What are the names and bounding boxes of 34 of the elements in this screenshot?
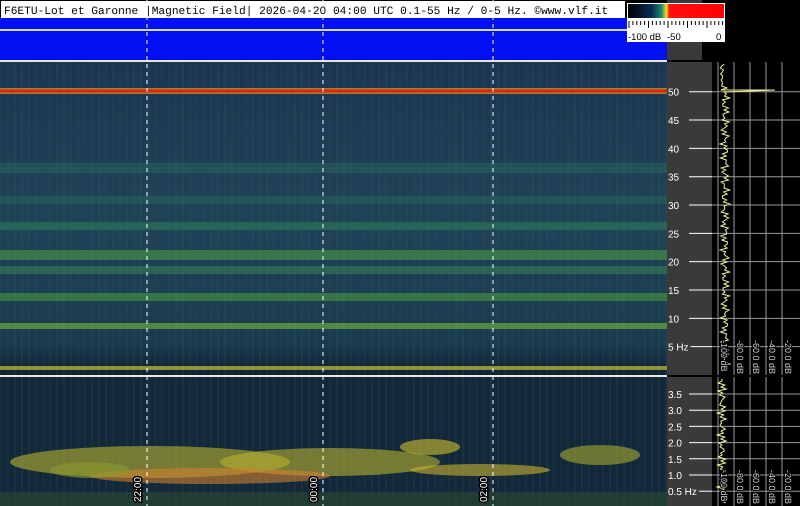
frequency-label: 5 Hz [668, 342, 689, 354]
db-label: -60.0 dB [751, 470, 761, 504]
frequency-label: 40 [668, 144, 680, 156]
chart-title: F6ETU-Lot et Garonne |Magnetic Field| 2026-04-20 04:00 UTC 0.1-55 Hz / 0-5 Hz. ©www.vlf.it [4, 6, 608, 18]
db-label: -20.0 dB [783, 340, 793, 374]
frequency-label: 1.0 [668, 471, 682, 482]
time-label: 02:00 [479, 476, 490, 502]
frequency-label: 35 [668, 172, 680, 184]
frequency-label: 2.5 [668, 422, 682, 434]
frequency-label: 3.0 [668, 406, 682, 418]
frequency-label: 3.5 [668, 390, 682, 401]
db-label: -40.0 dB [767, 340, 777, 374]
scale-label: 0 [716, 32, 722, 43]
db-label: -80.0 dB [735, 470, 745, 504]
db-label: -80.0 dB [735, 340, 745, 374]
frequency-label: 2.0 [668, 438, 682, 450]
scale-label: -50 [667, 32, 681, 43]
db-label: -40.0 dB [767, 470, 777, 504]
db-label: -100 dB [719, 470, 729, 502]
time-label: 22:00 [133, 476, 144, 502]
frequency-label: 30 [668, 201, 680, 212]
db-label: -60.0 dB [751, 340, 761, 374]
time-label: 00:00 [309, 476, 320, 502]
frequency-label: 10 [668, 314, 680, 326]
frequency-label: 45 [668, 116, 680, 128]
frequency-label: 20 [668, 258, 680, 269]
scale-label: -100 dB [628, 32, 662, 43]
frequency-label: 50 [668, 88, 680, 99]
frequency-label: 0.5 Hz [668, 487, 697, 498]
frequency-label: 1.5 [668, 454, 682, 466]
frequency-label: 15 [668, 286, 680, 297]
db-label: -20.0 dB [783, 470, 793, 504]
db-label: -100 dB [719, 340, 729, 372]
frequency-label: 25 [668, 229, 680, 240]
